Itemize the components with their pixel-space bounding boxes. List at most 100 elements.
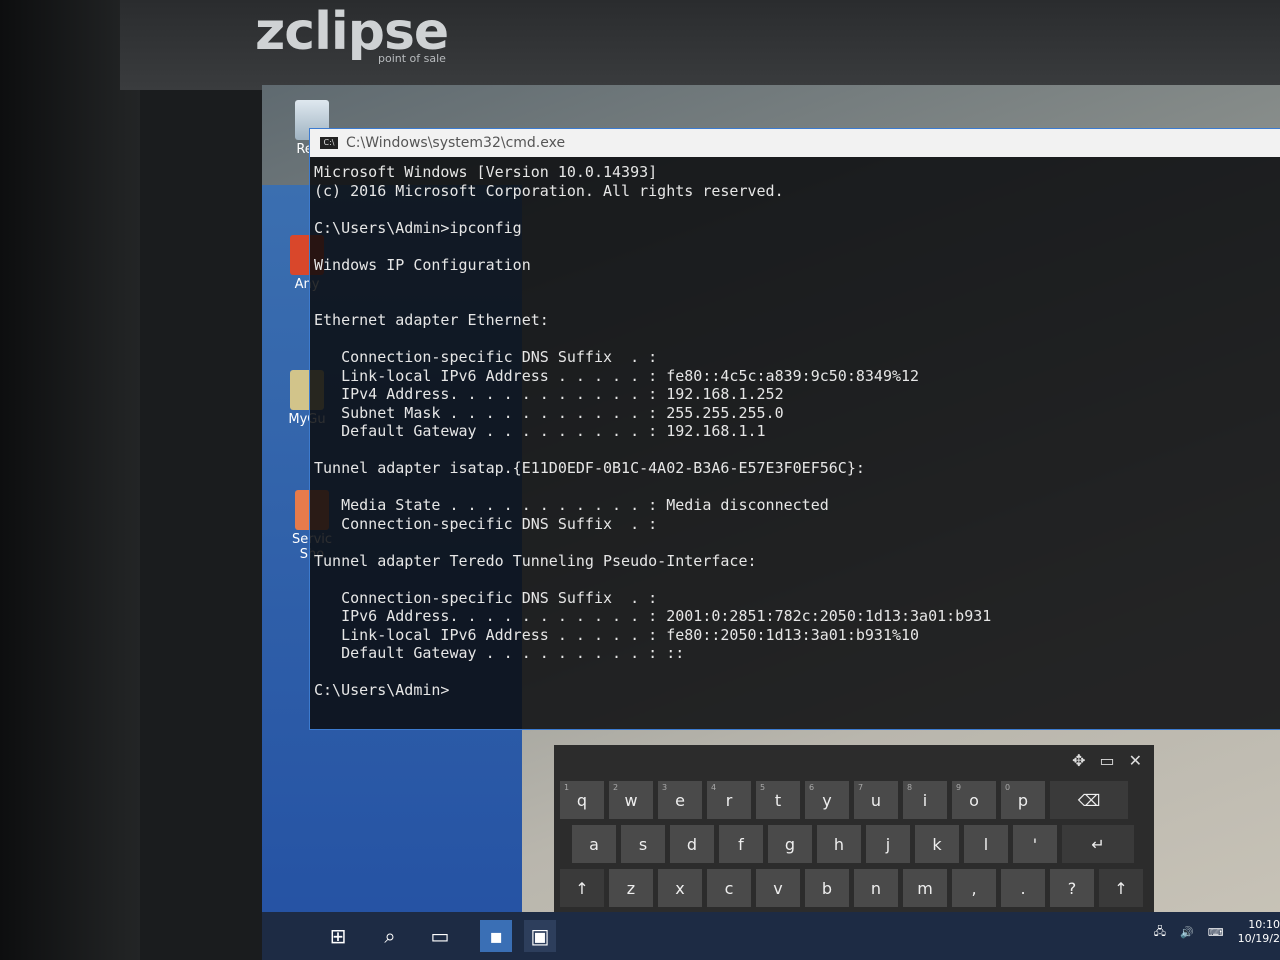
key-q[interactable]: 1q <box>560 781 604 819</box>
search-icon[interactable]: ⌕ <box>374 920 406 952</box>
move-keyboard-icon[interactable]: ✥ <box>1072 751 1085 770</box>
cmd-line: Connection-specific DNS Suffix . : <box>314 348 658 366</box>
key-u[interactable]: 7u <box>854 781 898 819</box>
cmd-line <box>314 478 1277 497</box>
key-label: f <box>738 834 744 854</box>
task-view-icon[interactable]: ▭ <box>424 920 456 952</box>
key-label: ↑ <box>575 878 589 898</box>
cmd-line <box>314 293 1277 312</box>
key-symbol[interactable]: ↑ <box>1099 869 1143 907</box>
key-i[interactable]: 8i <box>903 781 947 819</box>
close-icon[interactable]: ✕ <box>1129 751 1142 770</box>
key-label: ? <box>1067 878 1077 898</box>
cmd-line <box>314 274 1277 293</box>
key-label: r <box>725 790 733 810</box>
volume-icon[interactable]: 🔊 <box>1180 926 1194 939</box>
taskbar: ⊞ ⌕ ▭ ▪ ▣ 🖧 🔊 ⌨ 10:10 10/19/2 <box>262 912 1280 960</box>
key-l[interactable]: l <box>964 825 1008 863</box>
taskbar-app-icon[interactable]: ▪ <box>480 920 512 952</box>
cmd-line: Tunnel adapter isatap.{E11D0EDF-0B1C-4A0… <box>314 459 865 477</box>
key-o[interactable]: 9o <box>952 781 996 819</box>
key-label: ↵ <box>1091 834 1105 854</box>
key-j[interactable]: j <box>866 825 910 863</box>
cmd-line: Default Gateway . . . . . . . . . : :: <box>314 644 685 662</box>
key-n[interactable]: n <box>854 869 898 907</box>
key-number-hint: 0 <box>1005 783 1011 792</box>
start-windows-icon[interactable]: ⊞ <box>322 920 354 952</box>
cmd-line: Connection-specific DNS Suffix . : <box>314 588 658 607</box>
cmd-titlebar[interactable]: C:\ C:\Windows\system32\cmd.exe <box>310 129 1280 157</box>
key-label: b <box>821 878 833 898</box>
cmd-app-icon: C:\ <box>320 137 338 149</box>
key-label: s <box>638 834 648 854</box>
key-b[interactable]: b <box>805 869 849 907</box>
key-p[interactable]: 0p <box>1001 781 1045 819</box>
key-symbol[interactable]: ? <box>1050 869 1094 907</box>
key-symbol[interactable]: ↵ <box>1062 825 1134 863</box>
cmd-window[interactable]: C:\ C:\Windows\system32\cmd.exe Microsof… <box>309 128 1280 730</box>
cmd-line: Connection-specific DNS Suffix . : <box>314 514 658 533</box>
key-label: u <box>870 790 882 810</box>
cmd-line: Microsoft Windows [Version 10.0.14393] <box>314 163 658 181</box>
cmd-line <box>314 330 1277 349</box>
dock-keyboard-icon[interactable]: ▭ <box>1099 751 1114 770</box>
key-number-hint: 6 <box>809 783 815 792</box>
key-label: i <box>922 790 928 810</box>
cmd-line: Default Gateway . . . . . . . . . : 192.… <box>314 422 766 440</box>
cmd-line: Subnet Mask . . . . . . . . . . . : 255.… <box>314 403 784 422</box>
cmd-line: IPv4 Address. . . . . . . . . . . : 192.… <box>314 385 784 403</box>
key-label: ' <box>1032 834 1038 854</box>
key-label: v <box>773 878 783 898</box>
key-w[interactable]: 2w <box>609 781 653 819</box>
key-label: y <box>822 790 832 810</box>
key-h[interactable]: h <box>817 825 861 863</box>
cmd-line: C:\Users\Admin>ipconfig <box>314 218 522 237</box>
cmd-line: Link-local IPv6 Address . . . . . : fe80… <box>314 625 920 644</box>
key-k[interactable]: k <box>915 825 959 863</box>
key-label: z <box>626 878 636 898</box>
cmd-line: Ethernet adapter Ethernet: <box>314 311 549 329</box>
key-z[interactable]: z <box>609 869 653 907</box>
key-symbol[interactable]: . <box>1001 869 1045 907</box>
key-label: ↑ <box>1114 878 1128 898</box>
key-s[interactable]: s <box>621 825 665 863</box>
cmd-line: Media State . . . . . . . . . . . : Medi… <box>314 496 829 514</box>
key-y[interactable]: 6y <box>805 781 849 819</box>
key-f[interactable]: f <box>719 825 763 863</box>
key-m[interactable]: m <box>903 869 947 907</box>
key-label: q <box>576 790 588 810</box>
key-number-hint: 2 <box>613 783 619 792</box>
key-x[interactable]: x <box>658 869 702 907</box>
key-number-hint: 8 <box>907 783 913 792</box>
key-t[interactable]: 5t <box>756 781 800 819</box>
key-a[interactable]: a <box>572 825 616 863</box>
cmd-line <box>314 533 1277 552</box>
key-c[interactable]: c <box>707 869 751 907</box>
network-icon[interactable]: 🖧 <box>1154 923 1166 942</box>
key-number-hint: 1 <box>564 783 570 792</box>
key-symbol[interactable]: ' <box>1013 825 1057 863</box>
brand-tagline: point of sale <box>378 52 446 65</box>
key-r[interactable]: 4r <box>707 781 751 819</box>
clock[interactable]: 10:10 10/19/2 <box>1238 918 1280 946</box>
monitor-bezel-left <box>0 0 140 960</box>
key-d[interactable]: d <box>670 825 714 863</box>
keyboard-tray-icon[interactable]: ⌨ <box>1208 926 1224 939</box>
cmd-line: Tunnel adapter Teredo Tunneling Pseudo-I… <box>314 551 757 570</box>
key-g[interactable]: g <box>768 825 812 863</box>
key-v[interactable]: v <box>756 869 800 907</box>
key-label: . <box>1020 878 1026 898</box>
cmd-line: Windows IP Configuration <box>314 255 531 274</box>
key-symbol[interactable]: , <box>952 869 996 907</box>
key-label: ⌫ <box>1077 790 1101 810</box>
key-number-hint: 7 <box>858 783 864 792</box>
key-e[interactable]: 3e <box>658 781 702 819</box>
key-label: c <box>724 878 734 898</box>
taskbar-cmd-icon[interactable]: ▣ <box>524 920 556 952</box>
key-symbol[interactable]: ↑ <box>560 869 604 907</box>
keyboard-toolbar: ✥ ▭ ✕ <box>554 745 1154 775</box>
cmd-output[interactable]: Microsoft Windows [Version 10.0.14393] (c… <box>310 157 1280 706</box>
key-number-hint: 9 <box>956 783 962 792</box>
key-symbol[interactable]: ⌫ <box>1050 781 1128 819</box>
key-label: k <box>932 834 942 854</box>
